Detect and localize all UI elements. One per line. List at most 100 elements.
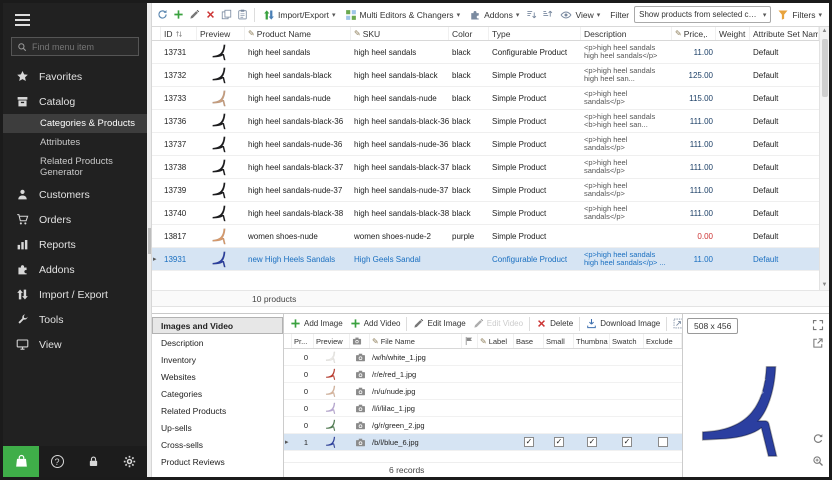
checkbox-base[interactable]: ✓ — [524, 437, 534, 447]
copy-button[interactable] — [220, 8, 233, 21]
cell-price[interactable]: 11.00 — [672, 248, 716, 270]
search-input[interactable] — [32, 42, 133, 52]
tab-inventory[interactable]: Inventory — [152, 351, 283, 368]
image-row[interactable]: 0/w/h/white_1.jpg — [284, 349, 682, 366]
set-resize-rule-button[interactable]: Set Resize Rule — [670, 317, 682, 330]
product-row[interactable]: 13731high heel sandalshigh heel sandalsb… — [152, 41, 819, 64]
checkbox-thumbnail[interactable]: ✓ — [587, 437, 597, 447]
delete-button[interactable]: Delete — [533, 317, 576, 330]
column-header-blank[interactable] — [152, 27, 161, 40]
cell-file-name[interactable]: /b/l/blue_6.jpg — [370, 434, 462, 450]
product-row[interactable]: 13732high heel sandals-blackhigh heel sa… — [152, 64, 819, 87]
view-menu-button[interactable]: View ▾ — [557, 7, 603, 23]
cell-price[interactable]: 111.00 — [672, 110, 716, 132]
paste-button[interactable] — [236, 8, 249, 21]
store-button[interactable] — [3, 446, 39, 477]
cell-label[interactable] — [478, 434, 514, 450]
add-image-button[interactable]: Add Image — [287, 317, 346, 330]
menu-button[interactable] — [3, 3, 147, 35]
sidebar-subitem-categories-products[interactable]: Categories & Products — [3, 114, 147, 133]
column-header-product-name[interactable]: ✎Product Name — [245, 27, 351, 40]
tab-websites[interactable]: Websites — [152, 368, 283, 385]
category-filter-select[interactable]: Show products from selected categories ▾ — [634, 6, 771, 23]
sidebar-item-import-export[interactable]: Import / Export — [3, 282, 147, 307]
refresh-button[interactable] — [156, 8, 169, 21]
cell-product-name[interactable]: high heel sandals-black-36 — [245, 110, 351, 132]
rotate-icon[interactable] — [812, 433, 824, 445]
sidebar-item-view[interactable]: View — [3, 332, 147, 357]
sort-asc-button[interactable] — [525, 8, 538, 21]
checkbox-swatch[interactable]: ✓ — [622, 437, 632, 447]
filters-button[interactable]: Filters ▾ — [774, 7, 825, 23]
column-header-description[interactable]: Description — [581, 27, 672, 40]
image-row[interactable]: 0/g/r/green_2.jpg — [284, 417, 682, 434]
tab-description[interactable]: Description — [152, 334, 283, 351]
sort-desc-button[interactable] — [541, 8, 554, 21]
column-header-attribute-set-name[interactable]: Attribute Set Name — [750, 27, 819, 40]
column-header-type[interactable]: Type — [489, 27, 581, 40]
cell-sku[interactable]: high heel sandals-nude — [351, 87, 449, 109]
zoom-icon[interactable] — [812, 455, 824, 467]
tab-cross-sells[interactable]: Cross-sells — [152, 436, 283, 453]
splitter-grip[interactable] — [148, 228, 151, 254]
cell-price[interactable]: 11.00 — [672, 41, 716, 63]
image-column-header-camera[interactable] — [350, 334, 370, 348]
cell-label[interactable] — [478, 383, 514, 399]
cell-price[interactable]: 125.00 — [672, 64, 716, 86]
column-header-color[interactable]: Color — [449, 27, 489, 40]
cell-product-name[interactable]: high heel sandals-nude-37 — [245, 179, 351, 201]
sidebar-item-catalog[interactable]: Catalog — [3, 89, 147, 114]
image-column-header-base[interactable]: Base — [514, 334, 544, 348]
cell-sku[interactable]: high heel sandals-black-36 — [351, 110, 449, 132]
vertical-scrollbar[interactable]: ▲ ▼ — [819, 27, 829, 290]
image-row[interactable]: 0/n/u/nude.jpg — [284, 383, 682, 400]
cell-price[interactable]: 111.00 — [672, 202, 716, 224]
image-column-header-small[interactable]: Small — [544, 334, 574, 348]
cell-sku[interactable]: High Geels Sandal — [351, 248, 449, 270]
cell-sku[interactable]: high heel sandals-nude-37 — [351, 179, 449, 201]
sidebar-item-reports[interactable]: Reports — [3, 232, 147, 257]
cell-file-name[interactable]: /g/r/green_2.jpg — [370, 417, 462, 433]
cell-sku[interactable]: high heel sandals — [351, 41, 449, 63]
sidebar-item-tools[interactable]: Tools — [3, 307, 147, 332]
product-row[interactable]: ▸13931new High Heels SandalsHigh Geels S… — [152, 248, 819, 271]
cell-file-name[interactable]: /r/e/red_1.jpg — [370, 366, 462, 382]
cell-price[interactable]: 111.00 — [672, 179, 716, 201]
fullscreen-icon[interactable] — [812, 319, 824, 331]
sidebar-item-favorites[interactable]: Favorites — [3, 64, 147, 89]
product-row[interactable]: 13737high heel sandals-nude-36high heel … — [152, 133, 819, 156]
cell-sku[interactable]: high heel sandals-black-38 — [351, 202, 449, 224]
cell-price[interactable]: 0.00 — [672, 225, 716, 247]
open-external-icon[interactable] — [812, 337, 824, 349]
image-column-header-flag[interactable] — [462, 334, 478, 348]
tab-up-sells[interactable]: Up-sells — [152, 419, 283, 436]
product-row[interactable]: 13817women shoes-nudewomen shoes-nude-2p… — [152, 225, 819, 248]
cell-sku[interactable]: high heel sandals-black — [351, 64, 449, 86]
cell-sku[interactable]: high heel sandals-nude-36 — [351, 133, 449, 155]
cell-label[interactable] — [478, 400, 514, 416]
import-export-menu-button[interactable]: Import/Export ▾ — [260, 7, 339, 23]
tab-related-products[interactable]: Related Products — [152, 402, 283, 419]
tab-product-reviews[interactable]: Product Reviews — [152, 453, 283, 470]
help-button[interactable]: ? — [39, 455, 75, 468]
image-row[interactable]: ▸1/b/l/blue_6.jpg✓✓✓✓ — [284, 434, 682, 451]
image-column-header-swatch[interactable]: Swatch — [610, 334, 644, 348]
cell-price[interactable]: 111.00 — [672, 133, 716, 155]
image-column-header-preview[interactable]: Preview — [314, 334, 350, 348]
cell-product-name[interactable]: high heel sandals-nude — [245, 87, 351, 109]
sidebar-search[interactable] — [11, 37, 139, 56]
cell-product-name[interactable]: high heel sandals-nude-36 — [245, 133, 351, 155]
add-button[interactable] — [172, 8, 185, 21]
image-column-header-exclude[interactable]: Exclude — [644, 334, 682, 348]
sidebar-item-customers[interactable]: Customers — [3, 182, 147, 207]
product-row[interactable]: 13739high heel sandals-nude-37high heel … — [152, 179, 819, 202]
scroll-up-icon[interactable]: ▲ — [822, 27, 828, 36]
image-column-header-file-name[interactable]: ✎File Name — [370, 334, 462, 348]
download-image-button[interactable]: Download Image — [583, 317, 663, 330]
sidebar-item-addons[interactable]: Addons — [3, 257, 147, 282]
edit-image-button[interactable]: Edit Image — [410, 317, 468, 330]
add-video-button[interactable]: Add Video — [347, 317, 404, 330]
sidebar-subitem-attributes[interactable]: Attributes — [3, 133, 147, 152]
tab-categories[interactable]: Categories — [152, 385, 283, 402]
product-row[interactable]: 13736high heel sandals-black-36high heel… — [152, 110, 819, 133]
